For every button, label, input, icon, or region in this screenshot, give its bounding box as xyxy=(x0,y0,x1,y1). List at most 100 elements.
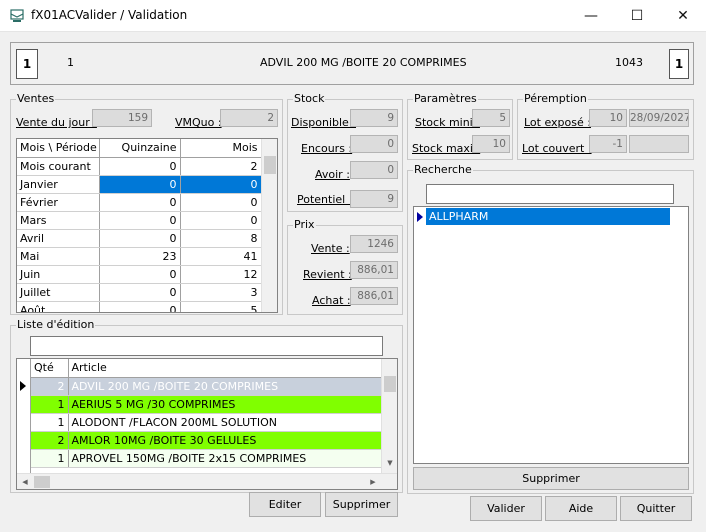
liste-supprimer-button[interactable]: Supprimer xyxy=(325,492,398,517)
avoir-label: Avoir : xyxy=(315,168,350,181)
cell-mois[interactable]: 0 xyxy=(180,193,262,212)
liste-horizontal-scrollbar[interactable]: ◀ ▶ xyxy=(17,473,397,489)
table-row[interactable]: Avril 0 8 xyxy=(17,229,262,248)
cell-article[interactable]: APROVEL 150MG /BOITE 2x15 COMPRIMES xyxy=(68,449,382,468)
col-article[interactable]: Article xyxy=(68,359,382,378)
encours-field: 0 xyxy=(350,135,398,153)
prix-vente-field: 1246 xyxy=(350,235,398,253)
cell-quinzaine[interactable]: 0 xyxy=(99,301,181,312)
row-label: Mois courant xyxy=(17,157,100,176)
cell-qty[interactable]: 1 xyxy=(31,449,69,468)
col-mois[interactable]: Mois xyxy=(180,139,262,158)
scroll-thumb[interactable] xyxy=(264,156,276,174)
cell-mois[interactable]: 5 xyxy=(180,301,262,312)
cell-mois[interactable]: 12 xyxy=(180,265,262,284)
list-item[interactable]: ALLPHARM xyxy=(426,208,670,225)
vmquo-label: VMQuo : xyxy=(175,116,222,129)
cell-quinzaine[interactable]: 0 xyxy=(99,157,181,176)
cell-qty[interactable]: 1 xyxy=(31,395,69,414)
cell-quinzaine[interactable]: 23 xyxy=(99,247,181,266)
previous-box-button[interactable]: 1 xyxy=(16,49,38,79)
row-label: Janvier xyxy=(17,175,100,194)
product-name: ADVIL 200 MG /BOITE 20 COMPRIMES xyxy=(260,56,467,69)
table-row[interactable]: 1 ALODONT /FLACON 200ML SOLUTION xyxy=(31,413,382,432)
editer-button[interactable]: Editer xyxy=(249,492,321,517)
cell-article[interactable]: ADVIL 200 MG /BOITE 20 COMPRIMES xyxy=(68,377,382,396)
cell-quinzaine[interactable]: 0 xyxy=(99,175,181,194)
vmquo-field: 2 xyxy=(220,109,278,127)
table-row[interactable]: Juillet 0 3 xyxy=(17,283,262,302)
valider-button[interactable]: Valider xyxy=(470,496,542,521)
liste-edition-table[interactable]: Qté Article 2 ADVIL 200 MG /BOITE 20 COMP… xyxy=(16,358,398,490)
table-row[interactable]: Mois courant 0 2 xyxy=(17,157,262,176)
lot-couvert-label: Lot couvert : xyxy=(522,142,592,155)
cell-article[interactable]: ALODONT /FLACON 200ML SOLUTION xyxy=(68,413,382,432)
recherche-results-list[interactable]: ALLPHARM xyxy=(413,206,689,464)
cell-qty[interactable]: 2 xyxy=(31,431,69,450)
minimize-button[interactable]: — xyxy=(568,0,614,31)
lot-expose-qty: 10 xyxy=(589,109,627,127)
table-row[interactable]: Mai 23 41 xyxy=(17,247,262,266)
peremption-legend: Péremption xyxy=(523,92,588,106)
row-label: Juin xyxy=(17,265,100,284)
close-button[interactable]: ✕ xyxy=(660,0,706,31)
cell-mois[interactable]: 8 xyxy=(180,229,262,248)
table-row[interactable]: Janvier 0 0 xyxy=(17,175,262,194)
table-row[interactable]: Mars 0 0 xyxy=(17,211,262,230)
lot-couvert-qty: -1 xyxy=(589,135,627,153)
liste-vertical-scrollbar[interactable]: ▼ xyxy=(381,359,397,473)
recherche-supprimer-button[interactable]: Supprimer xyxy=(413,467,689,490)
prix-revient-label: Revient : xyxy=(303,268,352,281)
ventes-vertical-scrollbar[interactable] xyxy=(261,139,277,312)
table-row[interactable]: Août 0 5 xyxy=(17,301,262,312)
table-row[interactable]: 1 AERIUS 5 MG /30 COMPRIMES xyxy=(31,395,382,414)
table-row[interactable]: Février 0 0 xyxy=(17,193,262,212)
scroll-left-icon[interactable]: ◀ xyxy=(17,474,33,489)
encours-label: Encours : xyxy=(301,142,353,155)
cell-quinzaine[interactable]: 0 xyxy=(99,283,181,302)
ventes-table[interactable]: Mois \ Période Quinzaine Mois Mois coura… xyxy=(16,138,278,313)
close-icon: ✕ xyxy=(677,7,689,24)
aide-button[interactable]: Aide xyxy=(545,496,617,521)
prix-legend: Prix xyxy=(293,218,316,232)
recherche-group: Recherche ALLPHARM Supprimer xyxy=(407,163,694,494)
cell-mois[interactable]: 41 xyxy=(180,247,262,266)
scroll-right-icon[interactable]: ▶ xyxy=(365,474,381,489)
cell-quinzaine[interactable]: 0 xyxy=(99,229,181,248)
title-bar[interactable]: fX01ACValider / Validation — ☐ ✕ xyxy=(0,0,706,32)
vente-du-jour-field: 159 xyxy=(92,109,152,127)
cell-quinzaine[interactable]: 0 xyxy=(99,211,181,230)
table-row[interactable]: Juin 0 12 xyxy=(17,265,262,284)
cell-quinzaine[interactable]: 0 xyxy=(99,193,181,212)
cell-mois[interactable]: 2 xyxy=(180,157,262,176)
ventes-group: Ventes Vente du jour : 159 VMQuo : 2 Moi… xyxy=(10,92,283,315)
row-label: Août xyxy=(17,301,100,312)
ventes-legend: Ventes xyxy=(16,92,56,106)
cell-article[interactable]: AERIUS 5 MG /30 COMPRIMES xyxy=(68,395,382,414)
table-row[interactable]: 2 ADVIL 200 MG /BOITE 20 COMPRIMES xyxy=(31,377,382,396)
col-qte[interactable]: Qté xyxy=(31,359,69,378)
cell-article[interactable]: AMLOR 10MG /BOITE 30 GELULES xyxy=(68,431,382,450)
scroll-thumb[interactable] xyxy=(384,376,396,392)
prix-achat-field: 886,01 xyxy=(350,287,398,305)
table-row[interactable]: 2 AMLOR 10MG /BOITE 30 GELULES xyxy=(31,431,382,450)
maximize-button[interactable]: ☐ xyxy=(614,0,660,31)
cell-mois[interactable]: 0 xyxy=(180,175,262,194)
liste-filter-input[interactable] xyxy=(30,336,383,356)
cell-mois[interactable]: 0 xyxy=(180,211,262,230)
col-mois-periode[interactable]: Mois \ Période xyxy=(17,139,100,158)
quitter-button[interactable]: Quitter xyxy=(620,496,692,521)
recherche-search-input[interactable] xyxy=(426,184,674,204)
header-index: 1 xyxy=(67,56,74,69)
scroll-thumb[interactable] xyxy=(34,476,50,488)
table-row[interactable]: 1 APROVEL 150MG /BOITE 2x15 COMPRIMES xyxy=(31,449,382,468)
cell-mois[interactable]: 3 xyxy=(180,283,262,302)
cell-qty[interactable]: 2 xyxy=(31,377,69,396)
cell-quinzaine[interactable]: 0 xyxy=(99,265,181,284)
liste-edition-group: Liste d'édition Qté Article 2 ADVIL 200 M… xyxy=(10,318,403,493)
next-box-button[interactable]: 1 xyxy=(669,49,689,79)
scroll-down-icon[interactable]: ▼ xyxy=(382,455,397,471)
col-quinzaine[interactable]: Quinzaine xyxy=(99,139,181,158)
cell-qty[interactable]: 1 xyxy=(31,413,69,432)
peremption-group: Péremption Lot exposé : 10 28/09/2027 Lo… xyxy=(517,92,694,160)
